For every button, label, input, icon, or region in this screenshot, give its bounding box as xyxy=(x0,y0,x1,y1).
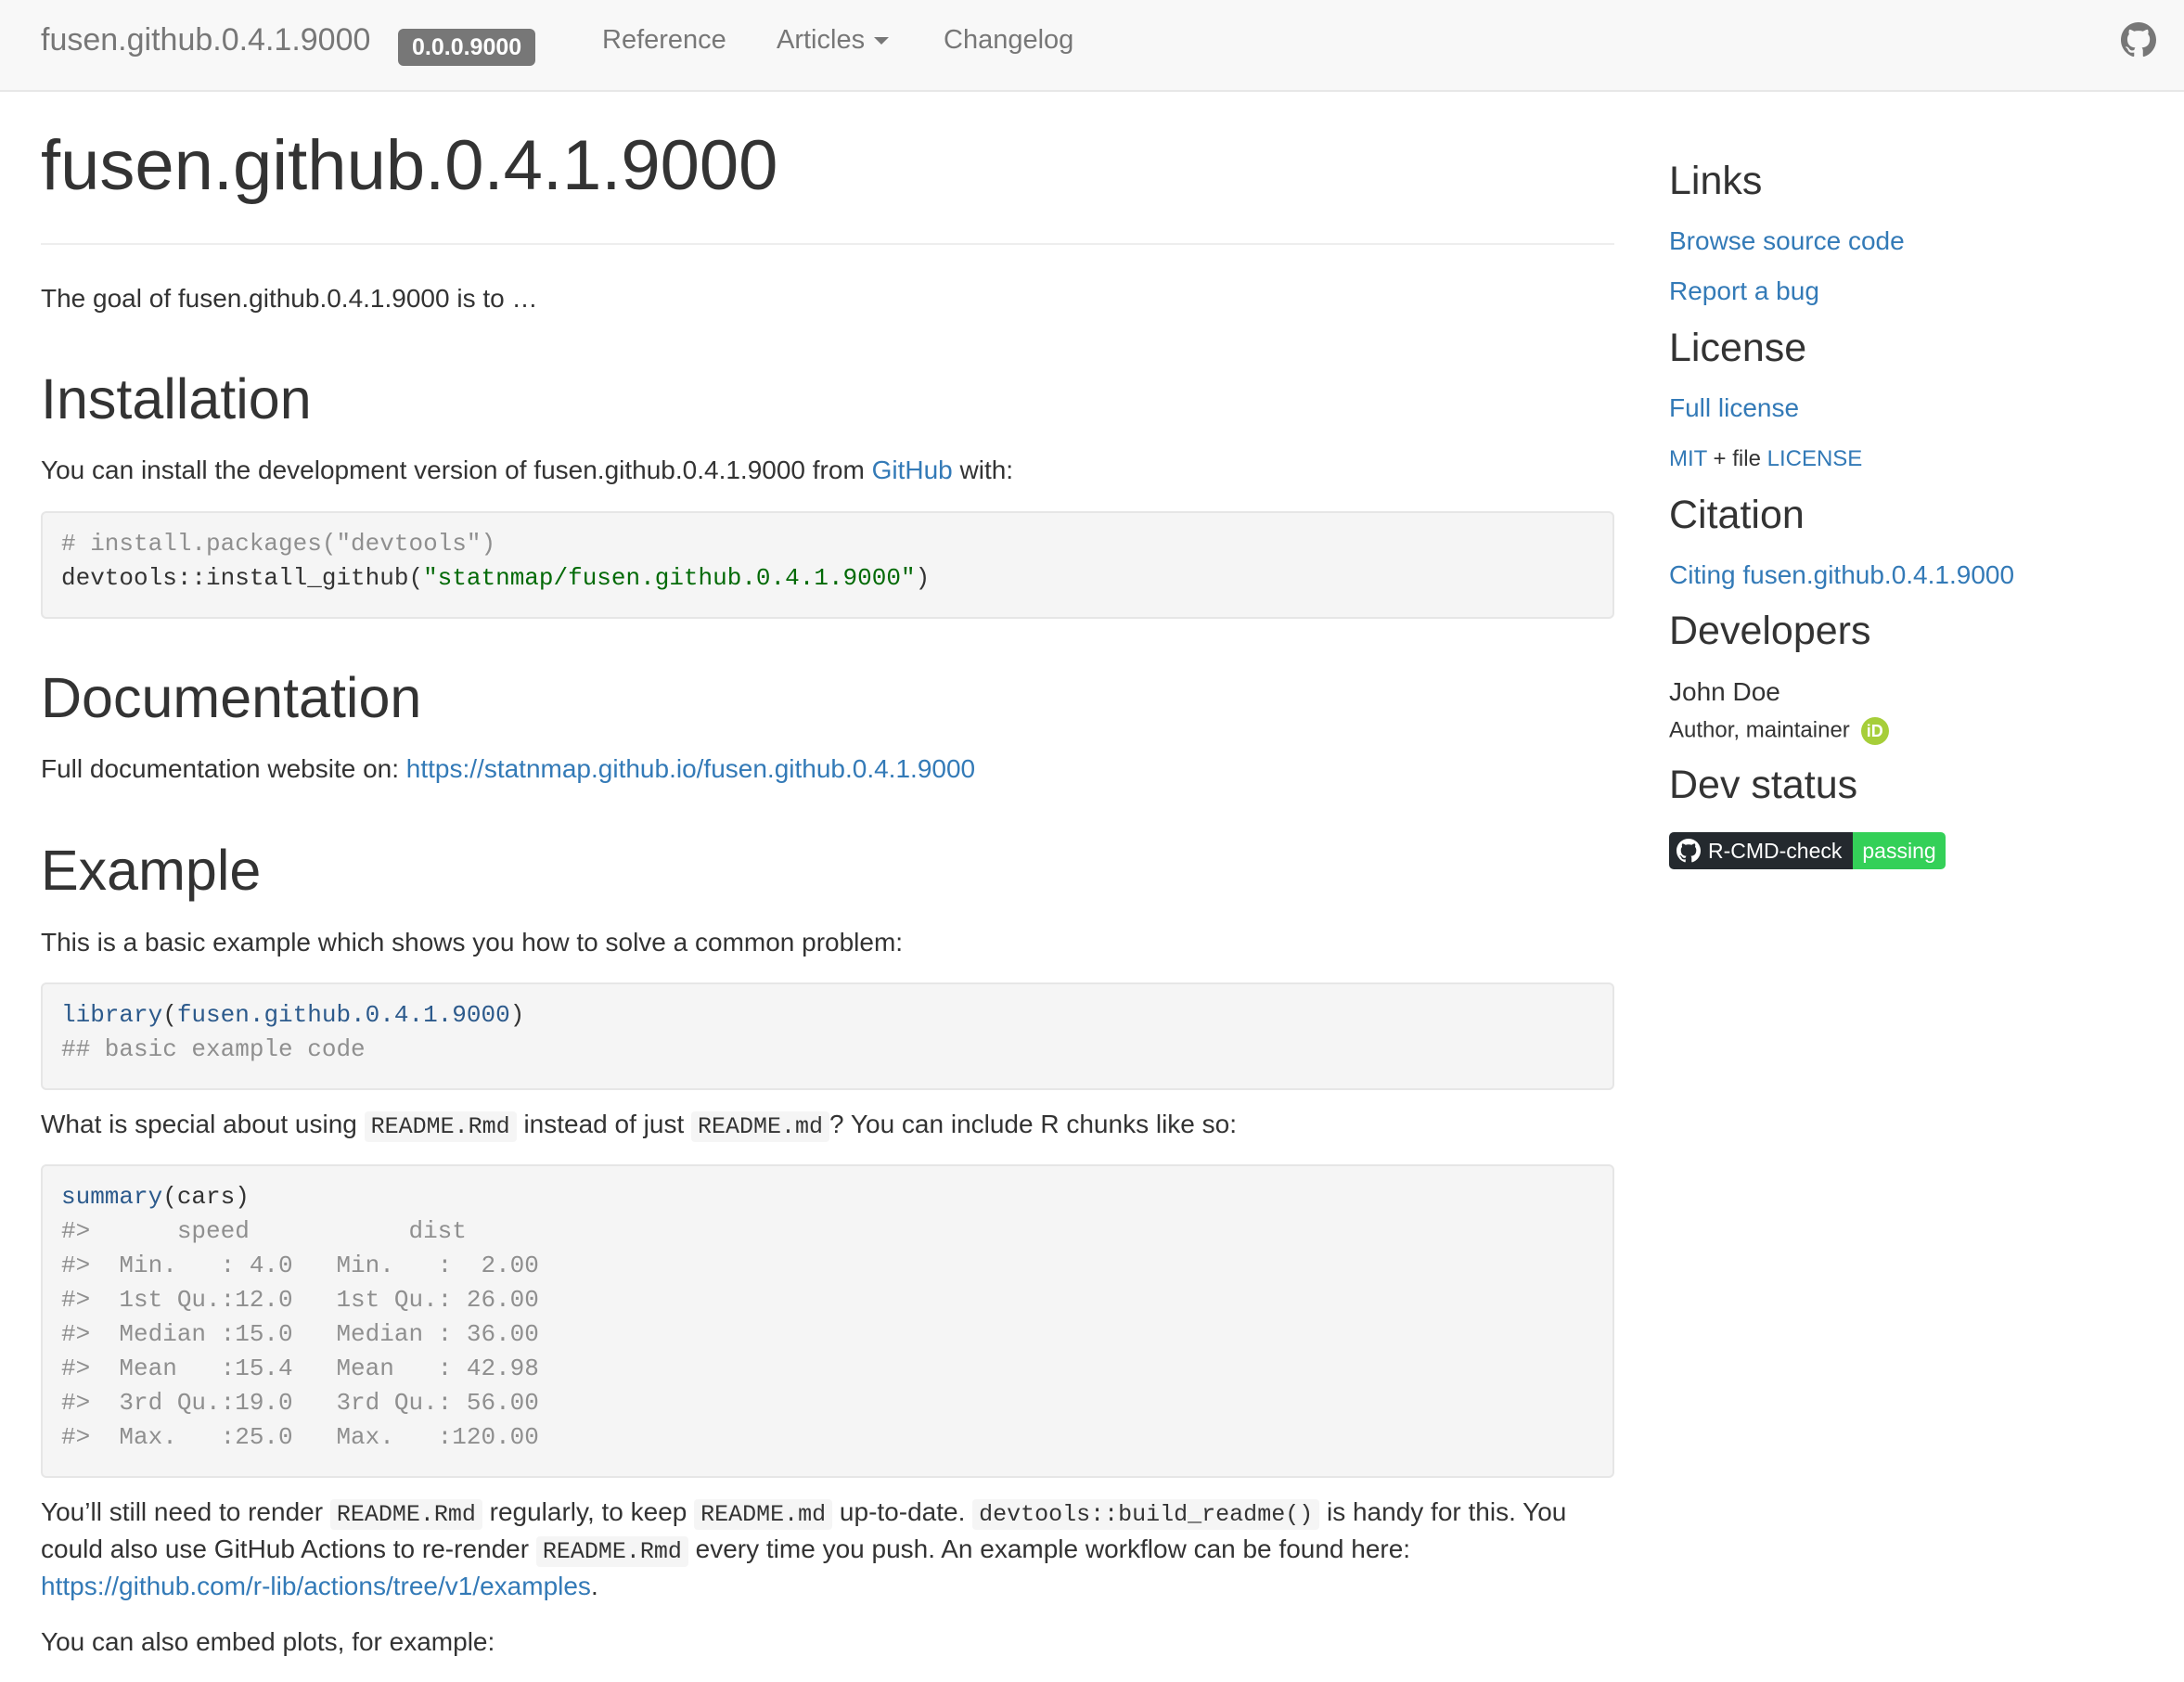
output-line: #> Mean :15.4 Mean : 42.98 xyxy=(61,1355,569,1382)
full-license-link[interactable]: Full license xyxy=(1669,393,1799,423)
inline-code-readme-rmd: README.Rmd xyxy=(364,1111,517,1142)
summary-code-block: summary(cars) #> speed dist #> Min. : 4.… xyxy=(41,1164,1614,1478)
render-text-2: regularly, to keep xyxy=(482,1497,695,1526)
render-text-6: every time you push. An example workflow… xyxy=(687,1534,1411,1563)
special-text-2: instead of just xyxy=(516,1110,692,1138)
report-bug-link[interactable]: Report a bug xyxy=(1669,276,1819,306)
installation-heading: Installation xyxy=(41,367,312,430)
badge-status: passing xyxy=(1853,832,1946,869)
plus-file-text: + file xyxy=(1706,446,1767,471)
page-title: fusen.github.0.4.1.9000 xyxy=(41,126,778,205)
code-fn-library: library xyxy=(61,1001,163,1029)
output-line: #> Max. :25.0 Max. :120.00 xyxy=(61,1423,569,1451)
installation-text-after: with: xyxy=(952,456,1014,484)
code-call: devtools::install_github( xyxy=(61,564,424,592)
plots-text: You can also embed plots, for example: xyxy=(41,1627,495,1656)
documentation-link[interactable]: https://statnmap.github.io/fusen.github.… xyxy=(406,754,975,783)
render-text-3: up-to-date. xyxy=(832,1497,973,1526)
developer-role: Author, maintainer xyxy=(1669,717,1850,743)
example-intro: This is a basic example which shows you … xyxy=(41,928,904,957)
code-comment: ## basic example code xyxy=(61,1035,366,1063)
badge-label: R-CMD-check xyxy=(1708,838,1843,863)
inline-code-readme-rmd: README.Rmd xyxy=(535,1536,688,1567)
example-code-block: library(fusen.github.0.4.1.9000) ## basi… xyxy=(41,982,1614,1090)
mit-link[interactable]: MIT xyxy=(1669,446,1707,471)
render-period: . xyxy=(590,1572,598,1600)
r-cmd-check-badge[interactable]: R-CMD-check passing xyxy=(1669,832,1946,869)
github-link[interactable]: GitHub xyxy=(872,456,953,484)
installation-text: You can install the development version … xyxy=(41,452,1013,489)
inline-code-readme-md: README.md xyxy=(691,1111,830,1142)
output-line: #> Min. : 4.0 Min. : 2.00 xyxy=(61,1252,569,1279)
render-text-1: You’ll still need to render xyxy=(41,1497,330,1526)
nav-articles-dropdown[interactable]: Articles xyxy=(777,25,890,56)
nav-reference[interactable]: Reference xyxy=(602,25,726,56)
developer-name: John Doe xyxy=(1669,677,1780,706)
citation-heading: Citation xyxy=(1669,493,1805,537)
example-heading: Example xyxy=(41,839,262,902)
installation-text-before: You can install the development version … xyxy=(41,456,872,484)
nav-articles-label: Articles xyxy=(777,25,866,55)
output-line: #> 1st Qu.:12.0 1st Qu.: 26.00 xyxy=(61,1286,569,1314)
special-text: What is special about using README.Rmd i… xyxy=(41,1106,1237,1146)
nav-changelog[interactable]: Changelog xyxy=(944,25,1073,56)
render-text-line-2: could also use GitHub Actions to re-rend… xyxy=(41,1531,1410,1571)
documentation-text: Full documentation website on: https://s… xyxy=(41,751,975,788)
output-line: #> Median :15.0 Median : 36.00 xyxy=(61,1320,569,1348)
links-heading: Links xyxy=(1669,159,1763,203)
render-text-5: could also use GitHub Actions to re-rend… xyxy=(41,1534,536,1563)
examples-link[interactable]: https://github.com/r-lib/actions/tree/v1… xyxy=(41,1572,591,1600)
github-icon[interactable] xyxy=(2121,22,2156,58)
citing-link[interactable]: Citing fusen.github.0.4.1.9000 xyxy=(1669,560,2014,590)
special-text-3: ? You can include R chunks like so: xyxy=(829,1110,1237,1138)
goal-text: The goal of fusen.github.0.4.1.9000 is t… xyxy=(41,284,538,313)
brand-link[interactable]: fusen.github.0.4.1.9000 xyxy=(41,22,370,58)
code-close: ) xyxy=(915,564,931,592)
inline-code-readme-md: README.md xyxy=(694,1499,833,1530)
output-line: #> speed dist xyxy=(61,1217,569,1245)
code-fn-summary: summary xyxy=(61,1183,163,1211)
code-comment: # install.packages("devtools") xyxy=(61,530,496,558)
code-close: ) xyxy=(509,1001,525,1029)
render-text-4: is handy for this. You xyxy=(1319,1497,1567,1526)
badge-label-section: R-CMD-check xyxy=(1669,832,1854,869)
install-code-block: # install.packages("devtools") devtools:… xyxy=(41,511,1614,619)
inline-code-readme-rmd: README.Rmd xyxy=(329,1499,482,1530)
developer-role-line: Author, maintainer iD xyxy=(1669,717,1889,745)
render-text-line-3: https://github.com/r-lib/actions/tree/v1… xyxy=(41,1568,598,1605)
code-open: ( xyxy=(162,1001,177,1029)
license-line: MIT + file LICENSE xyxy=(1669,446,1862,472)
render-text-line-1: You’ll still need to render README.Rmd r… xyxy=(41,1494,1566,1534)
code-string: "statnmap/fusen.github.0.4.1.9000" xyxy=(423,564,916,592)
version-badge: 0.0.0.9000 xyxy=(398,29,536,66)
output-line: #> 3rd Qu.:19.0 3rd Qu.: 56.00 xyxy=(61,1389,569,1417)
developers-heading: Developers xyxy=(1669,609,1871,653)
license-file-link[interactable]: LICENSE xyxy=(1767,446,1863,471)
code-arg: fusen.github.0.4.1.9000 xyxy=(176,1001,510,1029)
inline-code-build-readme: devtools::build_readme() xyxy=(972,1499,1320,1530)
special-text-1: What is special about using xyxy=(41,1110,365,1138)
orcid-icon[interactable]: iD xyxy=(1860,717,1889,745)
code-summary-args: (cars) xyxy=(162,1183,250,1211)
browse-source-link[interactable]: Browse source code xyxy=(1669,226,1905,256)
documentation-heading: Documentation xyxy=(41,666,422,729)
title-divider xyxy=(41,243,1614,245)
github-icon xyxy=(1677,839,1701,863)
license-heading: License xyxy=(1669,326,1807,370)
documentation-label: Full documentation website on: xyxy=(41,754,406,783)
caret-down-icon xyxy=(874,37,890,45)
navbar: fusen.github.0.4.1.9000 0.0.0.9000 Refer… xyxy=(0,0,2184,92)
dev-status-heading: Dev status xyxy=(1669,763,1858,807)
